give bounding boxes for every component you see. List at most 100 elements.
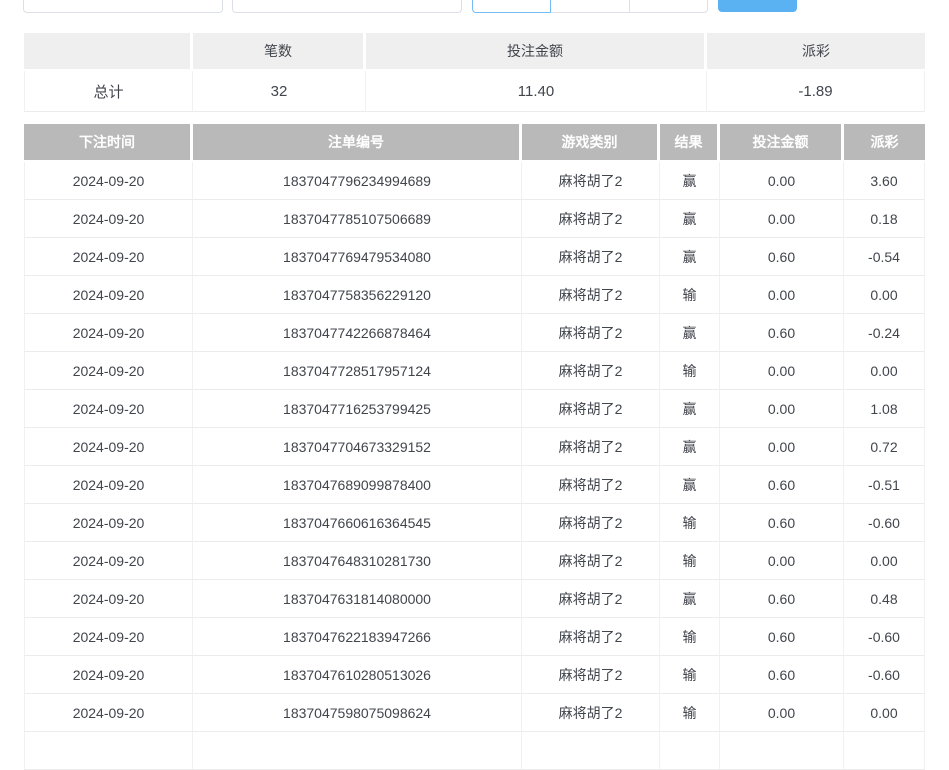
cell-bet-amount: 0.60 (720, 314, 844, 352)
cell-result: 输 (660, 694, 720, 732)
cell-result: 赢 (660, 580, 720, 618)
cell-game-type: 麻将胡了2 (522, 466, 660, 504)
table-row: 2024-09-201837047716253799425麻将胡了2赢0.001… (24, 390, 925, 428)
cell-result: 赢 (660, 428, 720, 466)
header-payout: 派彩 (844, 124, 925, 162)
cell-game-type: 麻将胡了2 (522, 504, 660, 542)
cell-bet-amount: 0.00 (720, 390, 844, 428)
table-row: 2024-09-201837047648310281730麻将胡了2输0.000… (24, 542, 925, 580)
cell-game-type: 麻将胡了2 (522, 390, 660, 428)
summary-total-bet-amount: 11.40 (366, 71, 707, 112)
cell-bet-id: 1837047758356229120 (193, 276, 522, 314)
cell-game-type: 麻将胡了2 (522, 238, 660, 276)
cell-payout: 0.00 (844, 694, 925, 732)
table-row: 2024-09-201837047704673329152麻将胡了2赢0.000… (24, 428, 925, 466)
cell-bet-time: 2024-09-20 (24, 162, 193, 200)
cell-bet-time: 2024-09-20 (24, 656, 193, 694)
page-content: 笔数 投注金额 派彩 总计 32 11.40 -1.89 下注时间 注单编号 游… (24, 0, 925, 770)
cell-bet-time: 2024-09-20 (24, 466, 193, 504)
cell-bet-amount: 0.00 (720, 200, 844, 238)
cell-bet-id: 1837047610280513026 (193, 656, 522, 694)
bet-records-table: 下注时间 注单编号 游戏类别 结果 投注金额 派彩 2024-09-201837… (24, 124, 925, 770)
cell-result: 输 (660, 352, 720, 390)
header-bet-amount: 投注金额 (720, 124, 844, 162)
cell-payout: 3.60 (844, 162, 925, 200)
cell-payout: 0.00 (844, 542, 925, 580)
cell-bet-id: 1837047689099878400 (193, 466, 522, 504)
cell-bet-amount: 0.00 (720, 542, 844, 580)
cell-bet-id: 1837047704673329152 (193, 428, 522, 466)
cell-game-type: 麻将胡了2 (522, 314, 660, 352)
summary-total-label: 总计 (24, 71, 193, 112)
cell-game-type: 麻将胡了2 (522, 352, 660, 390)
cell-game-type: 麻将胡了2 (522, 580, 660, 618)
cell-bet-time: 2024-09-20 (24, 504, 193, 542)
cell-game-type: 麻将胡了2 (522, 428, 660, 466)
cell-bet-time: 2024-09-20 (24, 580, 193, 618)
segment-option-3[interactable] (629, 0, 708, 13)
cell-result: 输 (660, 618, 720, 656)
cell-result: 赢 (660, 466, 720, 504)
cell-payout: 1.08 (844, 390, 925, 428)
cell-payout: 0.00 (844, 276, 925, 314)
cell-bet-id: 1837047785107506689 (193, 200, 522, 238)
cell-bet-time: 2024-09-20 (24, 200, 193, 238)
segment-option-1[interactable] (472, 0, 551, 13)
cell-payout: 0.18 (844, 200, 925, 238)
cell-payout: -0.60 (844, 618, 925, 656)
cell-bet-amount: 0.60 (720, 238, 844, 276)
header-game-type: 游戏类别 (522, 124, 660, 162)
cell-bet-id: 1837047631814080000 (193, 580, 522, 618)
cell-payout: -0.54 (844, 238, 925, 276)
cell-result: 输 (660, 504, 720, 542)
table-row: 2024-09-201837047660616364545麻将胡了2输0.60-… (24, 504, 925, 542)
table-row: 2024-09-201837047622183947266麻将胡了2输0.60-… (24, 618, 925, 656)
table-row: 2024-09-201837047689099878400麻将胡了2赢0.60-… (24, 466, 925, 504)
cell-game-type: 麻将胡了2 (522, 276, 660, 314)
cell-bet-id: 1837047796234994689 (193, 162, 522, 200)
cell-bet-id: 1837047716253799425 (193, 390, 522, 428)
cell-bet-amount: 0.60 (720, 580, 844, 618)
table-row: 2024-09-201837047758356229120麻将胡了2输0.000… (24, 276, 925, 314)
table-row: 2024-09-201837047598075098624麻将胡了2输0.000… (24, 694, 925, 732)
cell-result: 赢 (660, 162, 720, 200)
cell-bet-id: 1837047598075098624 (193, 694, 522, 732)
table-row: 2024-09-201837047631814080000麻将胡了2赢0.600… (24, 580, 925, 618)
cell-game-type: 麻将胡了2 (522, 200, 660, 238)
filter-input-2[interactable] (232, 0, 462, 13)
bet-table-header-row: 下注时间 注单编号 游戏类别 结果 投注金额 派彩 (24, 124, 925, 162)
cell-bet-amount: 0.00 (720, 352, 844, 390)
search-button[interactable] (718, 0, 797, 12)
cell-payout: -0.51 (844, 466, 925, 504)
cell-payout: -0.24 (844, 314, 925, 352)
quick-range-segmented-control (472, 0, 708, 13)
bet-table-body: 2024-09-201837047796234994689麻将胡了2赢0.003… (24, 162, 925, 770)
filter-toolbar (24, 0, 925, 13)
summary-total-payout: -1.89 (707, 71, 925, 112)
cell-game-type: 麻将胡了2 (522, 162, 660, 200)
cell-bet-time: 2024-09-20 (24, 314, 193, 352)
cell-payout: -0.60 (844, 656, 925, 694)
segment-option-2[interactable] (550, 0, 629, 13)
cell-payout: 0.72 (844, 428, 925, 466)
cell-result: 赢 (660, 314, 720, 352)
cell-bet-amount: 0.00 (720, 162, 844, 200)
cell-bet-id: 1837047742266878464 (193, 314, 522, 352)
cell-bet-id: 1837047622183947266 (193, 618, 522, 656)
header-bet-id: 注单编号 (193, 124, 522, 162)
cell-bet-amount: 0.00 (720, 694, 844, 732)
cell-bet-time: 2024-09-20 (24, 352, 193, 390)
table-row: 2024-09-201837047610280513026麻将胡了2输0.60-… (24, 656, 925, 694)
filter-input-1[interactable] (23, 0, 223, 13)
cell-bet-time: 2024-09-20 (24, 618, 193, 656)
cell-game-type: 麻将胡了2 (522, 656, 660, 694)
cell-bet-id: 1837047769479534080 (193, 238, 522, 276)
cell-bet-amount: 0.60 (720, 466, 844, 504)
cell-result: 输 (660, 542, 720, 580)
table-row: 2024-09-201837047769479534080麻将胡了2赢0.60-… (24, 238, 925, 276)
cell-bet-amount: 0.60 (720, 504, 844, 542)
cell-bet-amount: 0.00 (720, 276, 844, 314)
cell-payout: 0.48 (844, 580, 925, 618)
summary-header-bet-amount: 投注金额 (366, 33, 707, 71)
cell-game-type: 麻将胡了2 (522, 694, 660, 732)
